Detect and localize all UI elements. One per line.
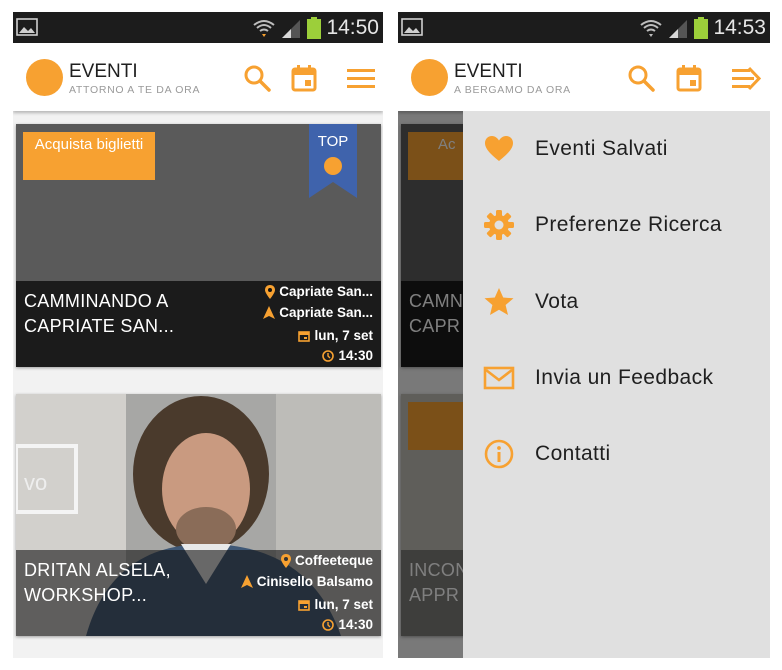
- location-pin-icon: [280, 553, 291, 568]
- app-bar: EVENTI A BERGAMO DA ORA: [398, 43, 770, 111]
- venue-row: Capriate San...: [265, 284, 373, 299]
- calendar-small-icon: [298, 330, 311, 342]
- signal-icon: [669, 19, 688, 38]
- venue-row: Coffeeteque: [280, 553, 373, 568]
- mail-icon: [483, 366, 515, 390]
- event-card[interactable]: vo DRITAN ALSELA, WORKSHOP... Coffeetequ…: [16, 394, 381, 636]
- event-date: lun, 7 set: [314, 597, 373, 612]
- phone-screen-events-list: 14:50 EVENTI ATTORNO A TE DA ORA Acquist…: [13, 12, 383, 658]
- status-time: 14:53: [713, 15, 766, 39]
- events-feed[interactable]: Acquista biglietti TOP CAMMINANDO A CAPR…: [13, 111, 383, 658]
- drawer-item-search-preferences[interactable]: Preferenze Ricerca: [463, 195, 770, 255]
- event-venue: Capriate San...: [279, 284, 373, 299]
- event-card[interactable]: Acquista biglietti TOP CAMMINANDO A CAPR…: [16, 124, 381, 367]
- wifi-icon: [640, 19, 663, 37]
- event-info-overlay: CAMMINANDO A CAPRIATE SAN... Capriate Sa…: [16, 281, 381, 367]
- phone-screen-navigation-drawer: 14:53 EVENTI A BERGAMO DA ORA Ac: [398, 12, 770, 658]
- menu-icon[interactable]: [346, 63, 376, 93]
- navigation-arrow-icon: [263, 306, 276, 319]
- drawer-item-rate[interactable]: Vota: [463, 272, 770, 332]
- drawer-item-label: Contatti: [535, 442, 611, 465]
- search-icon[interactable]: [626, 63, 656, 93]
- svg-text:vo: vo: [24, 470, 47, 495]
- navigation-arrow-icon: [240, 575, 253, 588]
- wifi-icon: [253, 19, 276, 37]
- battery-icon: [307, 16, 322, 39]
- calendar-icon[interactable]: [289, 63, 319, 93]
- app-logo[interactable]: [26, 59, 63, 96]
- search-icon[interactable]: [242, 63, 272, 93]
- city-row: Cinisello Balsamo: [240, 574, 373, 589]
- drawer-item-label: Invia un Feedback: [535, 366, 714, 389]
- calendar-small-icon: [298, 599, 311, 611]
- gallery-notification-icon: [16, 18, 38, 36]
- status-bar: 14:50: [13, 12, 383, 43]
- gear-icon: [484, 210, 514, 240]
- event-city: Capriate San...: [279, 305, 373, 320]
- navigation-drawer: Eventi Salvati Preferenze Ricerca Vota I…: [463, 111, 770, 658]
- info-icon: [484, 439, 514, 469]
- buy-tickets-button[interactable]: Acquista biglietti: [23, 132, 155, 180]
- signal-icon: [282, 19, 301, 38]
- calendar-icon[interactable]: [674, 63, 704, 93]
- event-info-overlay: DRITAN ALSELA, WORKSHOP... Coffeeteque C…: [16, 550, 381, 636]
- clock-icon: [322, 349, 335, 362]
- drawer-item-send-feedback[interactable]: Invia un Feedback: [463, 348, 770, 408]
- top-badge-label: TOP: [317, 133, 349, 150]
- date-row: lun, 7 set: [298, 328, 373, 343]
- battery-icon: [694, 16, 709, 39]
- app-logo[interactable]: [411, 59, 448, 96]
- location-subtitle[interactable]: A BERGAMO DA ORA: [454, 84, 571, 96]
- event-title: CAMMINANDO A CAPRIATE SAN...: [24, 291, 175, 336]
- event-time: 14:30: [338, 348, 373, 363]
- city-row: Capriate San...: [263, 305, 373, 320]
- event-city: Cinisello Balsamo: [256, 574, 373, 589]
- heart-icon: [485, 136, 513, 161]
- date-row: lun, 7 set: [298, 597, 373, 612]
- gallery-notification-icon: [401, 18, 423, 36]
- app-bar: EVENTI ATTORNO A TE DA ORA: [13, 43, 383, 111]
- status-time: 14:50: [326, 15, 379, 39]
- drawer-item-label: Vota: [535, 290, 579, 313]
- clock-icon: [322, 618, 335, 631]
- event-time: 14:30: [338, 617, 373, 632]
- star-icon: [484, 288, 514, 315]
- time-row: 14:30: [322, 617, 373, 632]
- app-title: EVENTI: [69, 61, 138, 82]
- location-subtitle[interactable]: ATTORNO A TE DA ORA: [69, 84, 200, 96]
- status-bar: 14:53: [398, 12, 770, 43]
- event-date: lun, 7 set: [314, 328, 373, 343]
- event-title: DRITAN ALSELA, WORKSHOP...: [24, 560, 171, 605]
- app-title: EVENTI: [454, 61, 523, 82]
- time-row: 14:30: [322, 348, 373, 363]
- drawer-item-saved-events[interactable]: Eventi Salvati: [463, 119, 770, 179]
- drawer-item-contacts[interactable]: Contatti: [463, 424, 770, 484]
- drawer-item-label: Preferenze Ricerca: [535, 213, 722, 236]
- close-drawer-arrow-icon[interactable]: [731, 63, 761, 93]
- drawer-item-label: Eventi Salvati: [535, 137, 668, 160]
- event-venue: Coffeeteque: [294, 553, 373, 568]
- location-pin-icon: [265, 284, 276, 299]
